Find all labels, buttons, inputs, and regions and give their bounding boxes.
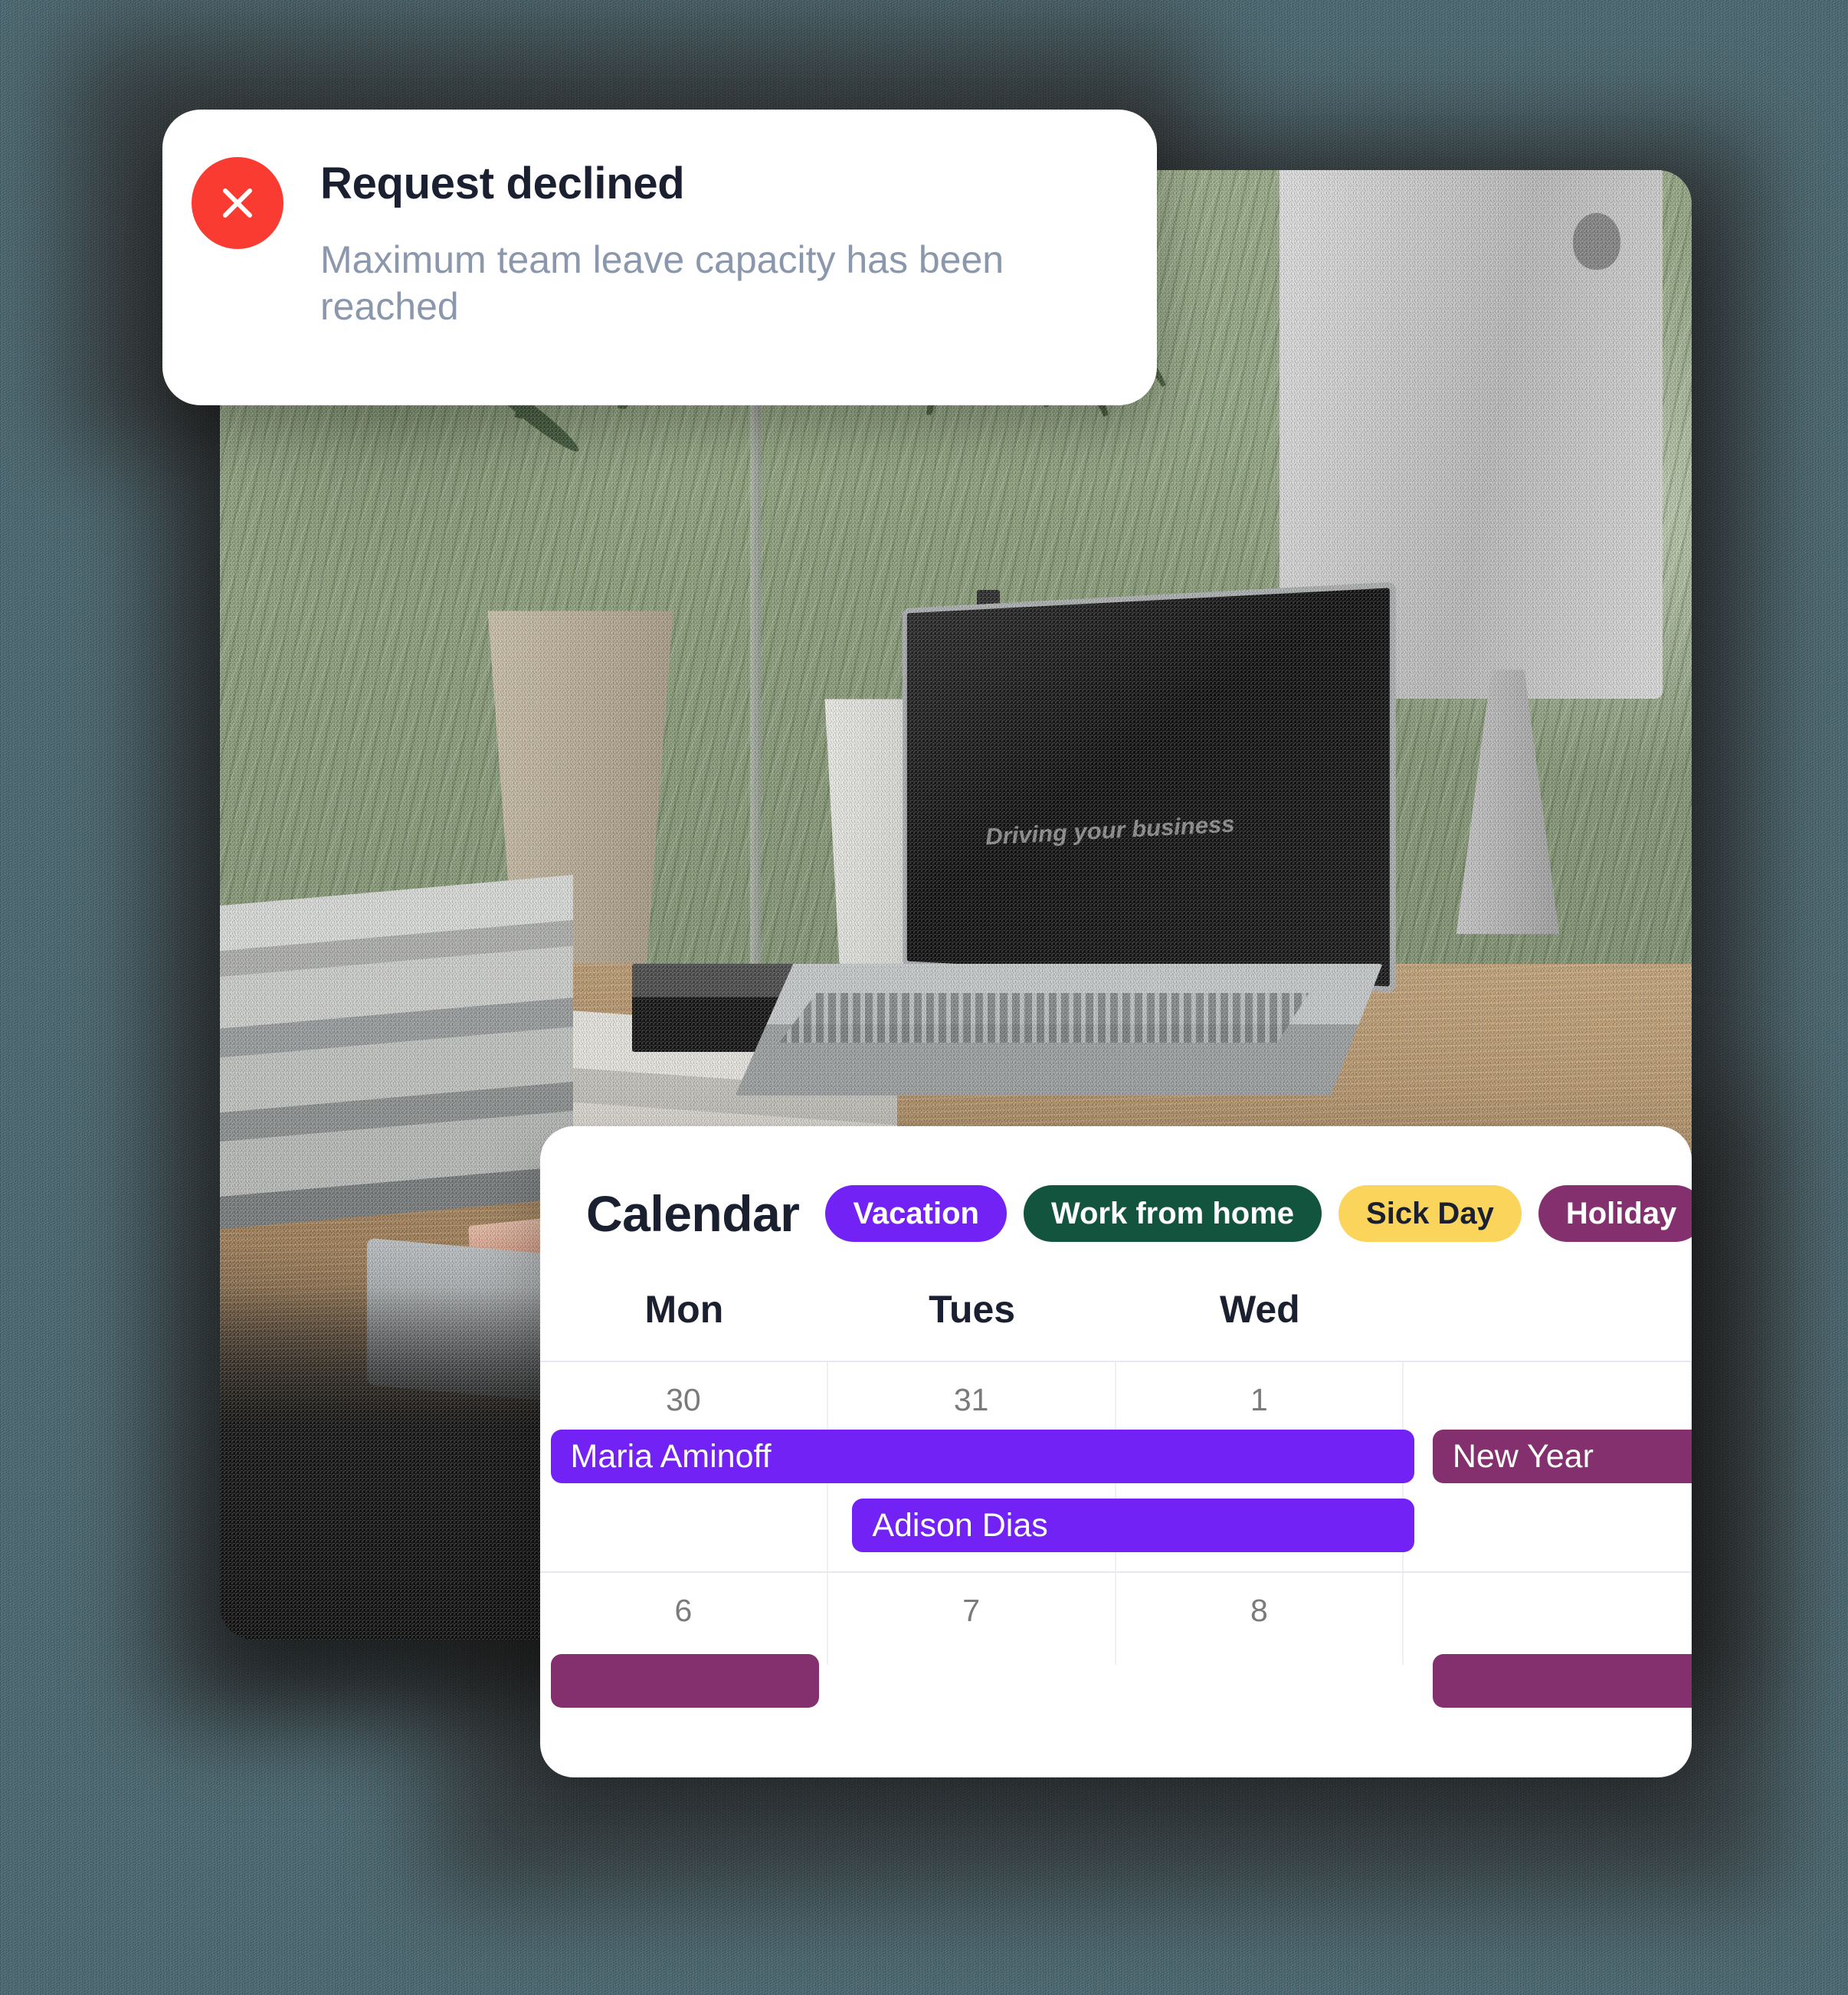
calendar-event-clipped[interactable] [1432, 1654, 1692, 1708]
calendar-week-row: 30 31 1 Maria Aminoff Adison Dias New Ye… [540, 1362, 1692, 1573]
event-label: New Year [1452, 1437, 1594, 1475]
macbook-screen [903, 581, 1397, 993]
calendar-header: Calendar Vacation Work from home Sick Da… [540, 1126, 1692, 1243]
macbook-keyboard [778, 993, 1309, 1043]
book-stack-left [220, 874, 574, 1229]
apple-logo-icon [1572, 213, 1620, 270]
legend-pill-holiday[interactable]: Holiday [1538, 1185, 1692, 1242]
close-x-icon [192, 157, 283, 249]
day-header-mon: Mon [644, 1288, 724, 1331]
event-label: Maria Aminoff [570, 1437, 772, 1475]
calendar-grid: 30 31 1 Maria Aminoff Adison Dias New Ye… [540, 1361, 1692, 1708]
day-header-wed: Wed [1220, 1288, 1300, 1331]
day-number: 7 [962, 1593, 981, 1628]
day-number: 30 [666, 1382, 701, 1417]
calendar-event-clipped[interactable] [550, 1654, 819, 1708]
notification-title: Request declined [320, 159, 685, 208]
event-label: Adison Dias [872, 1506, 1048, 1544]
calendar-event-new-year[interactable]: New Year [1432, 1430, 1692, 1483]
day-number: 6 [674, 1593, 693, 1628]
notification-text: Request declined Maximum team leave capa… [320, 157, 1056, 330]
legend-pill-sick-day[interactable]: Sick Day [1338, 1185, 1522, 1242]
calendar-day-cell[interactable] [1404, 1573, 1692, 1665]
legend-pill-label: Vacation [853, 1196, 979, 1230]
day-number: 1 [1250, 1382, 1268, 1417]
notification-toast[interactable]: Request declined Maximum team leave capa… [162, 110, 1157, 405]
calendar-event-adison-dias[interactable]: Adison Dias [852, 1499, 1414, 1552]
legend-pill-work-from-home[interactable]: Work from home [1023, 1185, 1322, 1242]
calendar-day-cell[interactable]: 6 [540, 1573, 828, 1665]
day-header-thurs [1404, 1287, 1692, 1332]
canvas: Driving your business Request declined M… [0, 0, 1848, 1995]
calendar-day-cell[interactable]: 8 [1116, 1573, 1404, 1665]
calendar-day-cell[interactable]: 7 [828, 1573, 1116, 1665]
notification-body: Maximum team leave capacity has been rea… [320, 238, 1004, 328]
day-header-tues: Tues [929, 1288, 1016, 1331]
legend-pill-label: Work from home [1050, 1196, 1295, 1230]
legend-pill-label: Holiday [1565, 1196, 1677, 1230]
day-number: 8 [1250, 1593, 1268, 1628]
legend-pill-vacation[interactable]: Vacation [825, 1185, 1007, 1242]
calendar-title: Calendar [586, 1185, 800, 1242]
legend-pill-label: Sick Day [1366, 1196, 1494, 1230]
calendar-week-row: 6 7 8 [540, 1573, 1692, 1708]
calendar-day-headers: Mon Tues Wed [540, 1287, 1692, 1332]
day-number: 31 [953, 1382, 989, 1417]
calendar-event-maria-aminoff[interactable]: Maria Aminoff [550, 1430, 1414, 1483]
calendar-card: Calendar Vacation Work from home Sick Da… [540, 1126, 1692, 1777]
